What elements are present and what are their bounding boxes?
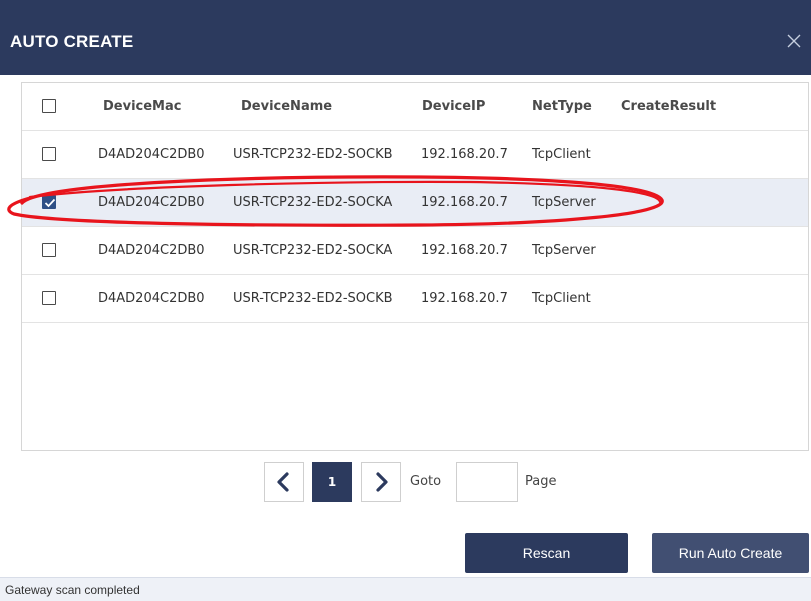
net-type: TcpServer: [532, 243, 596, 258]
net-type: TcpClient: [532, 291, 591, 306]
device-ip: 192.168.20.7: [421, 291, 508, 306]
dialog-titlebar: AUTO CREATE: [0, 0, 811, 75]
status-text: Gateway scan completed: [5, 583, 140, 597]
goto-page-input[interactable]: [456, 462, 518, 502]
device-name: USR-TCP232-ED2-SOCKB: [233, 291, 393, 306]
device-mac: D4AD204C2DB0: [98, 147, 205, 162]
device-name: USR-TCP232-ED2-SOCKA: [233, 243, 393, 258]
row-checkbox[interactable]: [42, 243, 56, 257]
rescan-button[interactable]: Rescan: [465, 533, 628, 573]
chevron-right-icon: [376, 472, 388, 492]
table-row[interactable]: D4AD204C2DB0 USR-TCP232-ED2-SOCKB 192.16…: [22, 131, 808, 179]
row-checkbox-checked[interactable]: [42, 195, 56, 209]
run-auto-create-button[interactable]: Run Auto Create: [652, 533, 809, 573]
device-ip: 192.168.20.7: [421, 195, 508, 210]
device-mac: D4AD204C2DB0: [98, 243, 205, 258]
table-row[interactable]: D4AD204C2DB0 USR-TCP232-ED2-SOCKB 192.16…: [22, 275, 808, 323]
page-label: Page: [525, 474, 557, 489]
device-name: USR-TCP232-ED2-SOCKB: [233, 147, 393, 162]
device-name: USR-TCP232-ED2-SOCKA: [233, 195, 393, 210]
table-row[interactable]: D4AD204C2DB0 USR-TCP232-ED2-SOCKA 192.16…: [22, 227, 808, 275]
device-mac: D4AD204C2DB0: [98, 195, 205, 210]
checkmark-icon: [44, 198, 56, 208]
row-checkbox[interactable]: [42, 291, 56, 305]
column-header-createresult[interactable]: CreateResult: [621, 83, 716, 130]
close-icon[interactable]: [786, 33, 802, 49]
device-table: DeviceMac DeviceName DeviceIP NetType Cr…: [21, 82, 809, 451]
column-header-devicename[interactable]: DeviceName: [241, 83, 332, 130]
next-page-button[interactable]: [361, 462, 401, 502]
chevron-left-icon: [277, 472, 289, 492]
dialog-title: AUTO CREATE: [10, 32, 134, 51]
prev-page-button[interactable]: [264, 462, 304, 502]
column-header-nettype[interactable]: NetType: [532, 83, 592, 130]
device-ip: 192.168.20.7: [421, 243, 508, 258]
column-header-devicemac[interactable]: DeviceMac: [103, 83, 181, 130]
select-all-checkbox[interactable]: [42, 99, 56, 113]
auto-create-dialog: AUTO CREATE DeviceMac DeviceName DeviceI…: [0, 0, 811, 601]
status-bar: Gateway scan completed: [0, 577, 811, 601]
device-ip: 192.168.20.7: [421, 147, 508, 162]
net-type: TcpServer: [532, 195, 596, 210]
column-header-deviceip[interactable]: DeviceIP: [422, 83, 485, 130]
table-header-row: DeviceMac DeviceName DeviceIP NetType Cr…: [22, 83, 808, 131]
row-checkbox[interactable]: [42, 147, 56, 161]
goto-label: Goto: [410, 474, 442, 489]
page-number-button[interactable]: 1: [312, 462, 352, 502]
device-mac: D4AD204C2DB0: [98, 291, 205, 306]
net-type: TcpClient: [532, 147, 591, 162]
table-row-selected[interactable]: D4AD204C2DB0 USR-TCP232-ED2-SOCKA 192.16…: [22, 179, 808, 227]
